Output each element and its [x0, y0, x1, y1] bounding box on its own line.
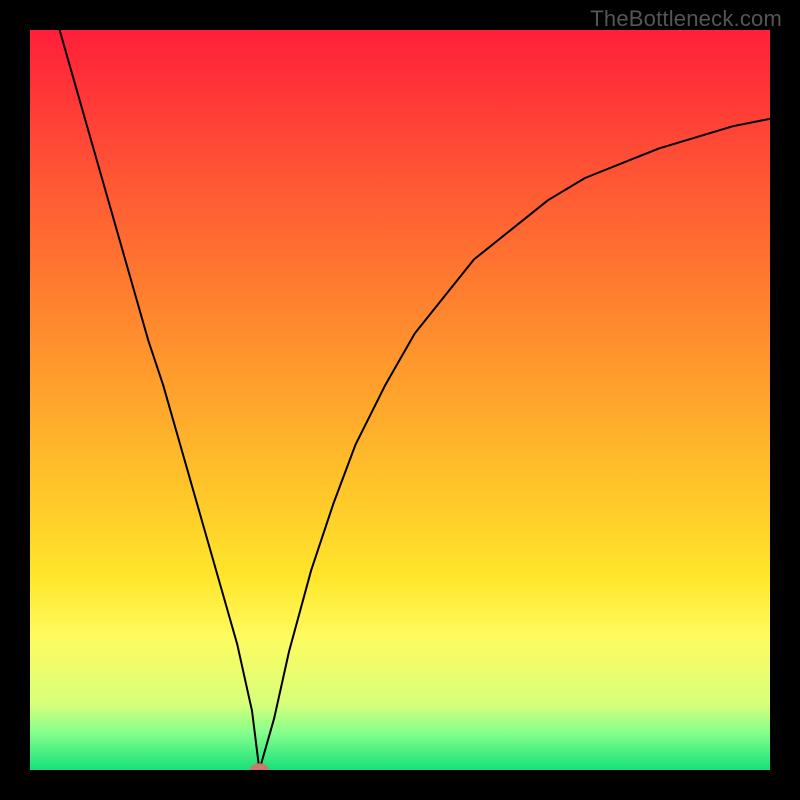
page-root: TheBottleneck.com: [0, 0, 800, 800]
watermark-text: TheBottleneck.com: [590, 6, 782, 32]
chart-svg: [30, 30, 770, 770]
chart-background: [30, 30, 770, 770]
chart-area: [30, 30, 770, 770]
